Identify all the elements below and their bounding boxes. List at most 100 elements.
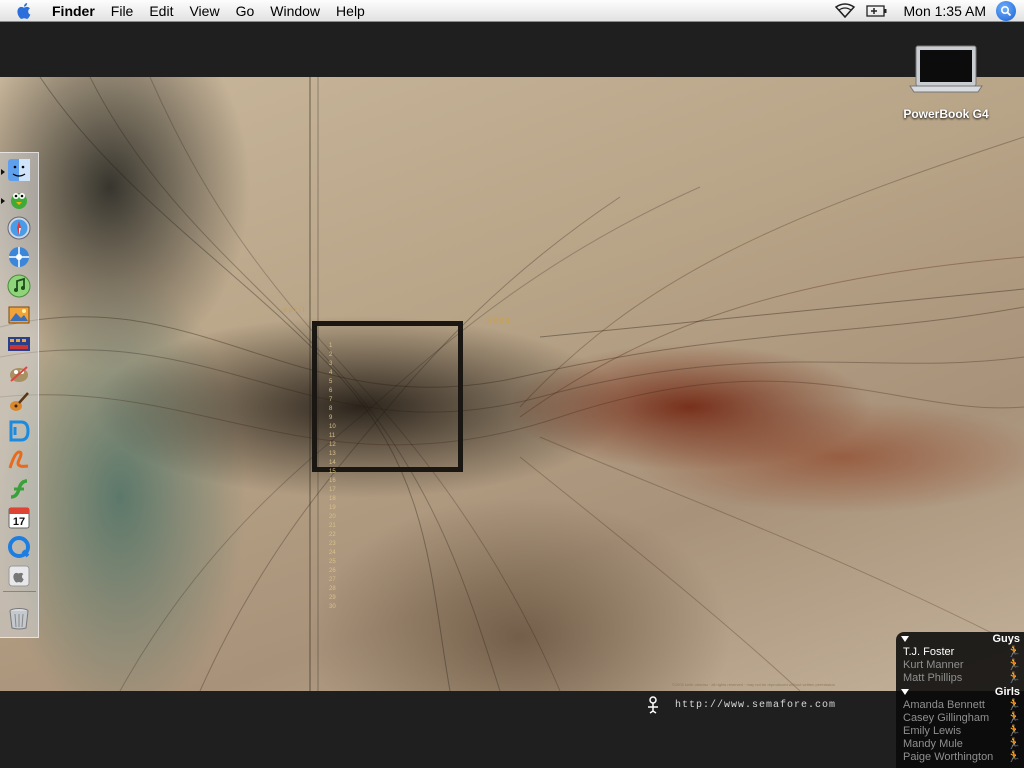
dock: 17: [0, 152, 39, 638]
calendar-day: 22: [329, 532, 336, 538]
itunes-icon[interactable]: [5, 273, 32, 299]
trash-icon[interactable]: [5, 605, 32, 631]
calendar-month: april: [283, 307, 307, 314]
calendar-day: 1: [329, 343, 333, 349]
calendar-day: 11: [329, 433, 336, 439]
garageband-icon[interactable]: [5, 389, 32, 415]
semafore-logo-icon: [648, 696, 658, 714]
menu-view[interactable]: View: [181, 0, 227, 22]
finder-icon[interactable]: [5, 157, 32, 183]
buddy-item[interactable]: Matt Phillips 🏃: [896, 672, 1024, 685]
battery-icon[interactable]: [865, 5, 888, 17]
runner-icon: 🏃: [1007, 712, 1021, 724]
calendar-day: 8: [329, 406, 333, 412]
calendar-day: 28: [329, 586, 336, 592]
airport-wifi-icon[interactable]: [834, 3, 856, 19]
runner-icon: 🏃: [1007, 751, 1021, 763]
buddy-name: T.J. Foster: [903, 646, 955, 658]
flash-icon[interactable]: [5, 476, 32, 502]
ical-icon[interactable]: 17: [5, 505, 32, 531]
calendar-day: 5: [329, 379, 333, 385]
buddy-name: Mandy Mule: [903, 738, 963, 750]
calendar-day: 7: [329, 397, 333, 403]
calendar-day: 24: [329, 550, 336, 556]
apple-icon[interactable]: [5, 563, 32, 589]
buddy-name: Emily Lewis: [903, 725, 962, 737]
runner-icon: 🏃: [1007, 725, 1021, 737]
dreamweaver-icon[interactable]: [5, 418, 32, 444]
network-icon[interactable]: [5, 244, 32, 270]
calendar-day: 23: [329, 541, 336, 547]
safari-icon[interactable]: [5, 215, 32, 241]
disclosure-triangle-icon[interactable]: [901, 636, 909, 642]
buddy-item[interactable]: Mandy Mule 🏃: [896, 738, 1024, 751]
calendar-day: 16: [329, 478, 336, 484]
calendar-day: 18: [329, 496, 336, 502]
gimp-icon[interactable]: [5, 360, 32, 386]
buddy-item[interactable]: Emily Lewis 🏃: [896, 725, 1024, 738]
wallpaper-copyright: ©2005 keith oberlau · all rights reserve…: [672, 682, 835, 687]
buddy-item[interactable]: Amanda Bennett 🏃: [896, 699, 1024, 712]
wallpaper-swirls: [0, 77, 1024, 691]
buddy-name: Kurt Manner: [903, 659, 964, 671]
runner-icon: 🏃: [1007, 646, 1021, 658]
runner-icon: 🏃: [1007, 738, 1021, 750]
calendar-day: 14: [329, 460, 336, 466]
calendar-day: 25: [329, 559, 336, 565]
buddy-item[interactable]: Paige Worthington 🏃: [896, 751, 1024, 764]
calendar-day: 15: [329, 469, 336, 475]
buddy-item[interactable]: Kurt Manner 🏃: [896, 659, 1024, 672]
apple-menu[interactable]: [12, 2, 38, 20]
group-name: Girls: [994, 686, 1020, 698]
calendar-day: 29: [329, 595, 336, 601]
calendar-day: 26: [329, 568, 336, 574]
menu-go[interactable]: Go: [228, 0, 263, 22]
calendar-day: 19: [329, 505, 336, 511]
runner-icon: 🏃: [1007, 659, 1021, 671]
buddy-name: Casey Gillingham: [903, 712, 990, 724]
laptop-icon: [909, 45, 983, 93]
calendar-year: 2005: [488, 318, 512, 325]
desktop-drive-label: PowerBook G4: [903, 107, 989, 121]
buddy-item[interactable]: T.J. Foster 🏃: [896, 646, 1024, 659]
quicktime-icon[interactable]: [5, 534, 32, 560]
calendar-day: 10: [329, 424, 336, 430]
runner-icon: 🏃: [1007, 699, 1021, 711]
buddy-group-girls[interactable]: Girls: [896, 685, 1024, 699]
menu-window[interactable]: Window: [262, 0, 328, 22]
buddy-group-guys[interactable]: Guys: [896, 632, 1024, 646]
buddy-item[interactable]: Casey Gillingham 🏃: [896, 712, 1024, 725]
apple-icon: [17, 2, 31, 19]
desktop-drive-powerbook[interactable]: PowerBook G4: [898, 44, 994, 121]
website-link[interactable]: http://www.semafore.com: [645, 696, 836, 714]
imovie-icon[interactable]: [5, 331, 32, 357]
website-url[interactable]: http://www.semafore.com: [675, 700, 836, 711]
dock-separator: [3, 591, 36, 592]
calendar-day: 12: [329, 442, 336, 448]
calendar-day: 21: [329, 523, 336, 529]
group-name: Guys: [992, 633, 1020, 645]
calendar-day: 9: [329, 415, 333, 421]
menu-clock[interactable]: Mon 1:35 AM: [896, 3, 997, 19]
calendar-day: 6: [329, 388, 333, 394]
calendar-days: 1 2 3 4 5 6 7 8 9 10 11 12 13 14 15 16 17 18 19 20 21 22 23 24 2…: [329, 342, 336, 612]
calendar-day: 2: [329, 352, 333, 358]
disclosure-triangle-icon[interactable]: [901, 689, 909, 695]
buddy-list-window: Guys T.J. Foster 🏃 Kurt Manner 🏃 Matt Phil…: [896, 632, 1024, 768]
menu-app-finder[interactable]: Finder: [44, 0, 103, 22]
acrobat-icon[interactable]: [5, 447, 32, 473]
iphoto-icon[interactable]: [5, 302, 32, 328]
adium-icon[interactable]: [5, 186, 32, 212]
desktop-wallpaper: april 2005 1 2 3 4 5 6 7 8 9 10 11 12 13 14 15 16 17 18 19…: [0, 77, 1024, 691]
calendar-day: 3: [329, 361, 333, 367]
svg-text:17: 17: [12, 516, 24, 528]
menu-bar: Finder File Edit View Go Window Help Mon…: [0, 0, 1024, 22]
menu-file[interactable]: File: [103, 0, 142, 22]
buddy-name: Amanda Bennett: [903, 699, 985, 711]
runner-icon: 🏃: [1007, 672, 1021, 684]
calendar-day: 13: [329, 451, 336, 457]
menu-edit[interactable]: Edit: [141, 0, 181, 22]
spotlight-icon[interactable]: [996, 1, 1016, 21]
buddy-name: Paige Worthington: [903, 751, 994, 763]
menu-help[interactable]: Help: [328, 0, 373, 22]
